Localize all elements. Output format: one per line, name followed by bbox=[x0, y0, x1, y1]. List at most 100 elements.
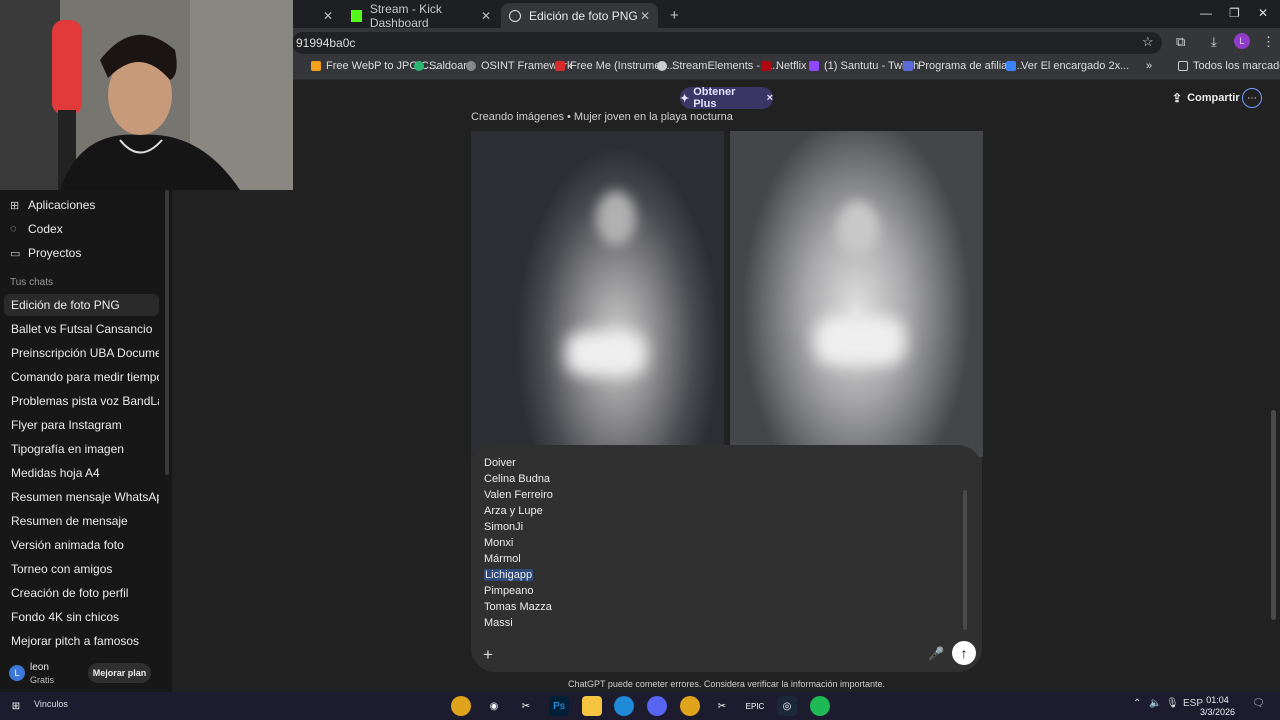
generated-image-2[interactable] bbox=[730, 131, 983, 457]
chat-item[interactable]: Fondo 4K sin chicos bbox=[4, 606, 159, 628]
chat-item[interactable]: Medidas hoja A4 bbox=[4, 462, 159, 484]
chat-item[interactable]: Comando para medir tiempo bbox=[4, 366, 159, 388]
file-explorer-icon[interactable] bbox=[582, 696, 602, 716]
taskbar-label[interactable]: Vinculos bbox=[34, 699, 68, 709]
bookmark-icon bbox=[1006, 61, 1016, 71]
capcut-icon[interactable]: ✂ bbox=[516, 696, 536, 716]
close-icon[interactable]: ✕ bbox=[481, 9, 491, 23]
chrome-icon[interactable] bbox=[451, 696, 471, 716]
chat-item[interactable]: Torneo con amigos bbox=[4, 558, 159, 580]
chat-item[interactable]: Resumen mensaje WhatsApp bbox=[4, 486, 159, 508]
avatar[interactable]: L bbox=[9, 665, 25, 681]
bookmark-item[interactable]: Ver El encargado 2x... bbox=[1006, 60, 1129, 72]
share-icon: ⇪ bbox=[1172, 91, 1183, 105]
spotify-icon[interactable] bbox=[810, 696, 830, 716]
chat-item[interactable]: Tipografía en imagen bbox=[4, 438, 159, 460]
profile-avatar[interactable]: L bbox=[1234, 33, 1250, 49]
generated-image-1[interactable] bbox=[471, 131, 724, 457]
restore-icon[interactable]: ❐ bbox=[1229, 6, 1240, 20]
bookmark-item[interactable]: Netflix bbox=[761, 60, 807, 72]
image-blur bbox=[815, 316, 905, 366]
text-selection: Lichigapp bbox=[484, 569, 534, 581]
taskbar: ⊞ Vinculos ◉ ✂ Ps ✂ EPIC ◎ ⌃ 🔈 🎙 ESP 01:… bbox=[0, 692, 1280, 720]
close-icon[interactable]: ✕ bbox=[640, 9, 650, 23]
kick-icon bbox=[351, 9, 362, 22]
volume-icon[interactable]: 🔈 bbox=[1149, 698, 1161, 709]
tray-chevron-icon[interactable]: ⌃ bbox=[1133, 698, 1141, 709]
user-plan: Gratis bbox=[30, 675, 55, 685]
page-scrollbar[interactable] bbox=[1271, 410, 1276, 620]
star-icon[interactable]: ☆ bbox=[1142, 34, 1154, 50]
extensions-icon[interactable]: ⧉ bbox=[1176, 34, 1185, 50]
sidebar-item-aplicaciones[interactable]: ⊞ Aplicaciones bbox=[10, 198, 95, 212]
tab-hidden[interactable]: ✕ bbox=[295, 3, 341, 28]
chat-item[interactable]: Resumen de mensaje bbox=[4, 510, 159, 532]
bookmark-icon bbox=[466, 61, 476, 71]
grid-icon: ⊞ bbox=[10, 199, 20, 212]
chat-item[interactable]: Ballet vs Futsal Cansancio bbox=[4, 318, 159, 340]
send-button[interactable]: ↑ bbox=[952, 641, 976, 665]
bookmark-item[interactable]: Saldoar bbox=[414, 60, 467, 72]
windows-start-icon[interactable]: ⊞ bbox=[6, 696, 26, 716]
edge-icon[interactable] bbox=[614, 696, 634, 716]
chat-item[interactable]: Creación de foto perfil bbox=[4, 582, 159, 604]
minimize-icon[interactable]: — bbox=[1200, 6, 1212, 20]
clock-time: 01:04 bbox=[1206, 695, 1229, 705]
obs-icon[interactable]: ◉ bbox=[484, 696, 504, 716]
composer-line: Valen Ferreiro bbox=[484, 489, 553, 501]
image-blur bbox=[837, 201, 879, 256]
tab-edicion-foto[interactable]: Edición de foto PNG ✕ bbox=[501, 3, 658, 28]
webcam-feed bbox=[0, 0, 293, 190]
twitch-icon bbox=[809, 61, 819, 71]
bookmark-icon bbox=[414, 61, 424, 71]
bookmark-icon bbox=[311, 61, 321, 71]
composer-line: SimonJi bbox=[484, 521, 524, 533]
photoshop-icon[interactable]: Ps bbox=[549, 696, 569, 716]
clock[interactable]: 01:04 3/3/2026 bbox=[1200, 694, 1235, 718]
chatgpt-icon bbox=[509, 9, 521, 22]
tab-label: Stream - Kick Dashboard bbox=[369, 1, 442, 30]
tab-kick-dashboard[interactable]: Stream - Kick Dashboard ✕ bbox=[343, 1, 499, 30]
chat-item[interactable]: Flyer para Instagram bbox=[4, 414, 159, 436]
url-text: 91994ba0c bbox=[296, 36, 356, 50]
new-tab-button[interactable]: + bbox=[662, 3, 682, 28]
chat-item[interactable]: Preinscripción UBA Docume... bbox=[4, 342, 159, 364]
netflix-icon bbox=[761, 61, 771, 71]
chat-item[interactable]: Versión animada foto bbox=[4, 534, 159, 556]
menu-kebab-icon[interactable]: ⋮ bbox=[1262, 34, 1275, 50]
notifications-icon[interactable]: 🗨 bbox=[1252, 698, 1265, 709]
composer-scrollbar[interactable] bbox=[963, 490, 967, 630]
share-button[interactable]: ⇪ Compartir bbox=[1172, 91, 1240, 105]
chat-item[interactable]: Problemas pista voz BandLab bbox=[4, 390, 159, 412]
close-icon[interactable]: × bbox=[767, 92, 773, 104]
bookmark-item[interactable]: Programa de afiliad... bbox=[903, 60, 1023, 72]
sidebar-item-proyectos[interactable]: ▭ Proyectos bbox=[10, 246, 81, 260]
sidebar-item-codex[interactable]: ◌ Codex bbox=[10, 222, 63, 236]
add-attachment-icon[interactable]: + bbox=[483, 645, 493, 665]
upgrade-plan-button[interactable]: Mejorar plan bbox=[88, 663, 151, 683]
more-bookmarks-icon[interactable]: » bbox=[1146, 60, 1152, 72]
download-icon[interactable]: ⤓ bbox=[1211, 34, 1217, 50]
composer-line: Tomas Mazza bbox=[484, 601, 552, 613]
steam-icon[interactable]: ◎ bbox=[777, 696, 797, 716]
all-bookmarks[interactable]: Todos los marcadores bbox=[1178, 60, 1280, 72]
window-close-icon[interactable]: ✕ bbox=[1258, 6, 1268, 20]
capcut-icon[interactable]: ✂ bbox=[712, 696, 732, 716]
sidebar-scrollbar[interactable] bbox=[165, 190, 169, 475]
composer-line: Doiver bbox=[484, 457, 516, 469]
composer-line: Massi bbox=[484, 617, 513, 629]
close-icon[interactable]: ✕ bbox=[323, 9, 333, 23]
microphone-icon[interactable]: 🎤 bbox=[928, 646, 944, 662]
get-plus-button[interactable]: ✦ Obtener Plus × bbox=[680, 86, 773, 110]
chrome-active-icon[interactable] bbox=[680, 696, 700, 716]
url-field[interactable]: 91994ba0c bbox=[292, 32, 1162, 54]
composer-line: Celina Budna bbox=[484, 473, 551, 485]
image-blur bbox=[566, 331, 646, 376]
more-options-icon[interactable]: ⋯ bbox=[1242, 88, 1262, 108]
chat-item[interactable]: Edición de foto PNG bbox=[4, 294, 159, 316]
discord-icon[interactable] bbox=[647, 696, 667, 716]
webcam-overlay bbox=[0, 0, 293, 190]
mic-tray-icon[interactable]: 🎙 bbox=[1166, 698, 1179, 709]
epic-games-icon[interactable]: EPIC bbox=[745, 696, 765, 716]
chat-item[interactable]: Mejorar pitch a famosos bbox=[4, 630, 159, 652]
